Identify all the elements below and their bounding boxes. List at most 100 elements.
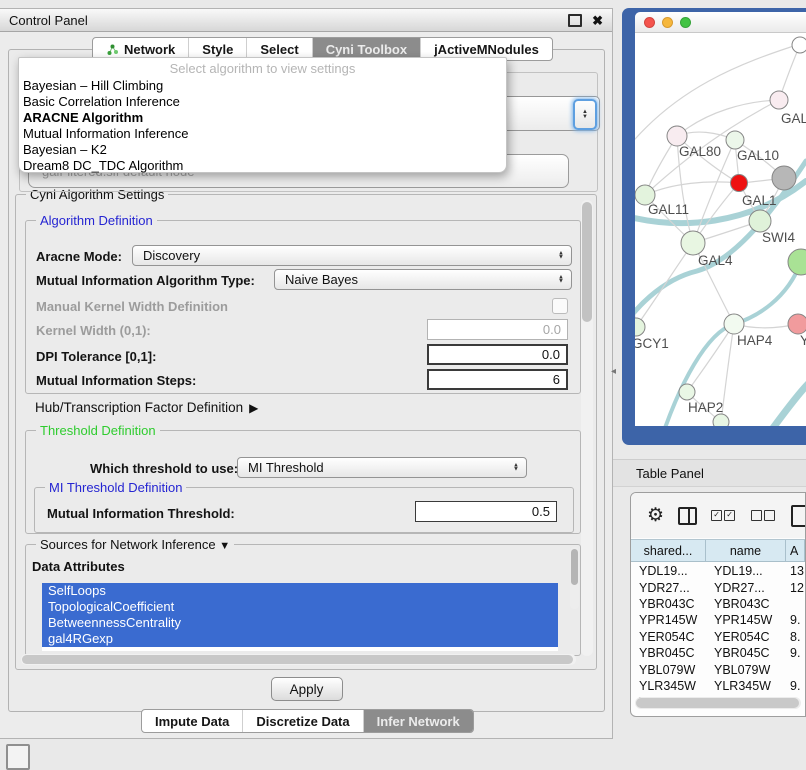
aracne-mode-combobox[interactable]: Discovery ▲▼ [132,245,572,266]
split-divider-arrow[interactable]: ◂ [611,366,616,377]
network-node[interactable] [635,318,645,336]
data-attributes-label: Data Attributes [32,559,125,574]
algorithm-option[interactable]: Mutual Information Inference [19,126,506,142]
mi-type-label: Mutual Information Algorithm Type: [36,273,255,288]
mi-steps-label: Mutual Information Steps: [36,373,196,388]
close-traffic-light[interactable] [644,17,655,28]
network-edge[interactable] [677,100,779,136]
network-node[interactable] [772,166,796,190]
docked-panel-icon[interactable] [6,744,30,770]
table-row[interactable]: YBL079WYBL079W [631,661,805,677]
table-row[interactable]: YLR345WYLR345W9. [631,678,805,694]
table-row[interactable]: YDR27...YDR27...12 [631,579,805,595]
table-row[interactable]: YDL19...YDL19...13 [631,563,805,579]
table-cell: YLR345W [706,679,786,693]
kernel-width-field[interactable]: 0.0 [427,319,568,340]
network-node[interactable] [749,210,771,232]
network-edge[interactable] [665,262,801,426]
scrollbar-thumb[interactable] [636,698,799,708]
table-cell: YDR27... [631,581,706,595]
hub-expander[interactable]: Hub/Transcription Factor Definition▶ [35,400,258,415]
attribute-list-item[interactable]: BetweennessCentrality [42,615,558,631]
mi-type-combobox[interactable]: Naive Bayes ▲▼ [274,269,572,290]
mi-threshold-field[interactable]: 0.5 [415,501,557,522]
table-cell: YER054C [706,630,786,644]
network-node[interactable] [788,249,806,275]
close-icon[interactable]: ✖ [592,14,603,27]
network-node[interactable] [681,231,705,255]
algorithm-dropdown: Select algorithm to view settings Bayesi… [18,57,507,173]
columns-icon[interactable] [678,507,697,525]
tab-label: Discretize Data [256,714,349,729]
algorithm-option[interactable]: ARACNE Algorithm [19,110,506,126]
table-cell: YPR145W [631,613,706,627]
network-canvas[interactable]: GALGAL80GAL10GAL1GAL11SWI4GAL4GCY1HAP4YH… [635,33,806,426]
scrollbar-thumb[interactable] [582,202,592,322]
network-node[interactable] [792,37,806,53]
table-panel-title: Table Panel [636,466,704,481]
network-node[interactable] [731,175,748,192]
column-header[interactable]: A [786,540,805,561]
table-row[interactable]: YBR043CYBR043C [631,596,805,612]
network-node[interactable] [713,414,729,426]
bottom-tab-infer-network[interactable]: Infer Network [364,710,473,732]
network-edge[interactable] [773,383,806,426]
network-node[interactable] [667,126,687,146]
settings-horizontal-scrollbar[interactable] [21,654,576,665]
data-attributes-list[interactable]: SelfLoopsTopologicalCoefficientBetweenne… [42,583,558,651]
scrollbar-thumb[interactable] [22,655,573,664]
attribute-list-item[interactable]: SelfLoops [42,583,558,599]
network-node[interactable] [726,131,744,149]
minimize-traffic-light[interactable] [662,17,673,28]
table-row[interactable]: YER054CYER054C8. [631,629,805,645]
algorithm-option[interactable]: Basic Correlation Inference [19,94,506,110]
column-header[interactable]: shared... [631,540,706,561]
table-cell: YBR043C [706,597,786,611]
dpi-tolerance-field[interactable]: 0.0 [427,344,568,365]
dropdown-prompt: Select algorithm to view settings [19,58,506,78]
column-header[interactable]: name [706,540,786,561]
bottom-tab-discretize-data[interactable]: Discretize Data [243,710,363,732]
mi-steps-value: 6 [553,372,560,387]
sources-title[interactable]: Sources for Network Inference ▼ [36,537,234,552]
mi-steps-field[interactable]: 6 [427,369,568,390]
attribute-list-item[interactable]: TopologicalCoefficient [42,599,558,615]
attribute-list-item[interactable]: gal4RGexp [42,631,558,647]
deselect-all-icon[interactable] [751,510,777,521]
network-node[interactable] [724,314,744,334]
mi-type-value: Naive Bayes [285,272,358,287]
network-edge[interactable] [645,182,739,195]
algorithm-option[interactable]: Bayesian – Hill Climbing [19,78,506,94]
combo-spinner-focused[interactable]: ▲▼ [573,99,597,130]
table-horizontal-scrollbar[interactable] [635,697,801,709]
network-canvas-svg[interactable]: GALGAL80GAL10GAL1GAL11SWI4GAL4GCY1HAP4YH… [635,33,806,426]
algorithm-option[interactable]: Dream8 DC_TDC Algorithm [19,158,506,174]
network-node[interactable] [788,314,806,334]
table-row[interactable]: YPR145WYPR145W9. [631,612,805,628]
manual-kernel-checkbox[interactable] [552,298,568,314]
apply-button[interactable]: Apply [271,677,343,701]
float-window-icon[interactable] [568,14,582,27]
table-row[interactable]: YBR045CYBR045C9. [631,645,805,661]
network-window-titlebar[interactable] [635,12,806,33]
network-edge[interactable] [687,324,734,392]
table-cell: YER054C [631,630,706,644]
tab-label: Select [260,42,298,57]
network-node[interactable] [679,384,695,400]
mi-threshold-title: MI Threshold Definition [45,480,186,495]
algorithm-option[interactable]: Bayesian – K2 [19,142,506,158]
scrollbar-thumb[interactable] [571,549,578,585]
network-node-label: GAL80 [679,144,721,159]
attributes-scrollbar[interactable] [570,547,579,609]
settings-vertical-scrollbar[interactable] [581,200,593,656]
zoom-traffic-light[interactable] [680,17,691,28]
which-threshold-combobox[interactable]: MI Threshold ▲▼ [237,457,527,478]
new-table-icon[interactable] [791,505,806,527]
table-cell: YBR043C [631,597,706,611]
network-edge[interactable] [636,243,693,327]
gear-icon[interactable]: ⚙ [647,506,664,525]
select-all-icon[interactable]: ✓✓ [711,510,737,521]
network-node-label: GAL1 [742,193,777,208]
bottom-tab-impute-data[interactable]: Impute Data [142,710,243,732]
network-node[interactable] [770,91,788,109]
